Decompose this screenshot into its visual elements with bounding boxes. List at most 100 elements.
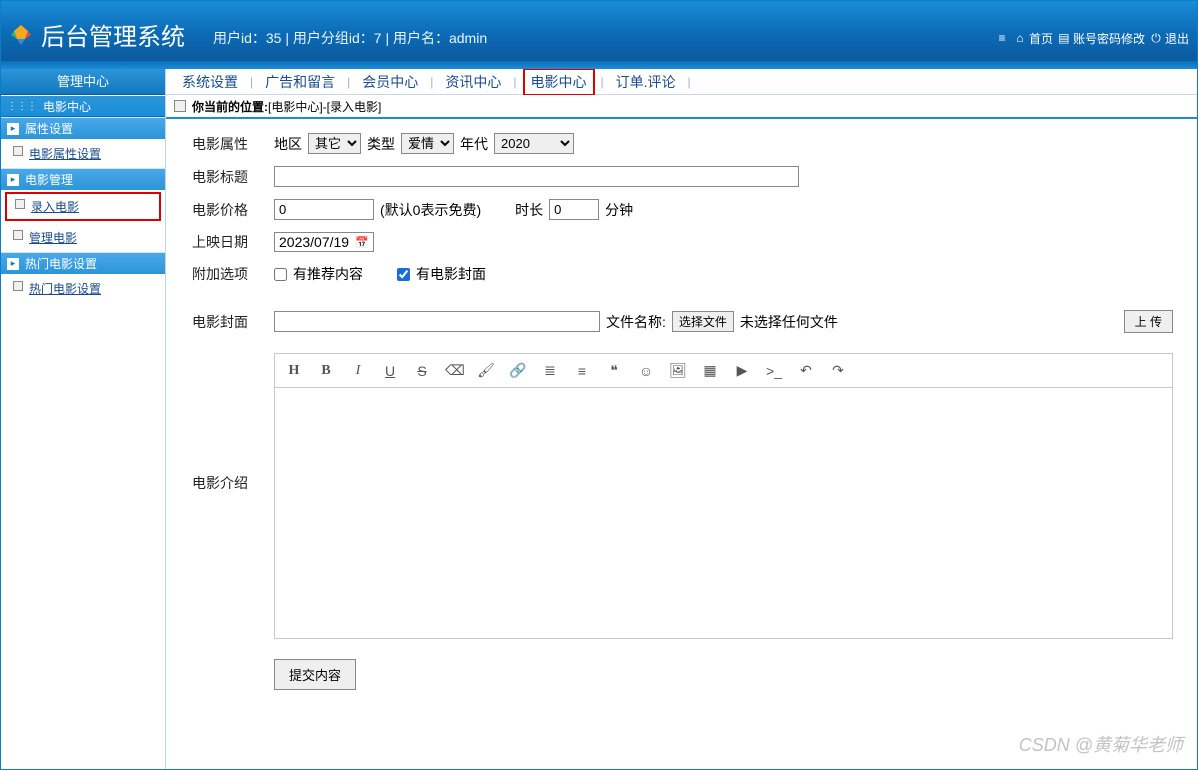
submit-button[interactable]: 提交内容 <box>274 659 356 690</box>
label-duration: 时长 <box>515 200 543 220</box>
rich-editor: H B I U S ⌫ 🖌 🔗 ≣ ≡ ❝ ☺ 🖼 <box>274 353 1173 639</box>
tb-brush-icon[interactable]: 🖌 <box>477 362 495 379</box>
editor-body[interactable] <box>275 388 1172 638</box>
tb-eraser-icon[interactable]: ⌫ <box>445 362 463 379</box>
tb-heading-icon[interactable]: H <box>285 363 303 379</box>
sidebar-group-label: 属性设置 <box>25 120 73 137</box>
sep: | <box>601 75 604 89</box>
label-extra: 附加选项 <box>166 264 274 284</box>
sidebar-item-add-movie[interactable]: 录入电影 <box>5 192 161 221</box>
nav-system[interactable]: 系统设置 <box>176 70 244 94</box>
logout-label: 退出 <box>1165 30 1189 47</box>
tb-italic-icon[interactable]: I <box>349 363 367 379</box>
calendar-icon: 📅 <box>355 236 369 249</box>
tb-strike-icon[interactable]: S <box>413 363 431 379</box>
nav-members[interactable]: 会员中心 <box>356 70 424 94</box>
sidebar-group-label: 热门电影设置 <box>25 255 97 272</box>
tb-image-icon[interactable]: 🖼 <box>669 362 687 379</box>
sidebar-item-attr-settings[interactable]: 电影属性设置 <box>1 139 165 168</box>
label-price: 电影价格 <box>166 200 274 220</box>
label-date: 上映日期 <box>166 232 274 252</box>
tb-emoji-icon[interactable]: ☺ <box>637 363 655 379</box>
input-date-wrap[interactable]: 2023/07/19 📅 <box>274 232 374 252</box>
label-region: 地区 <box>274 134 302 154</box>
tb-underline-icon[interactable]: U <box>381 363 399 379</box>
tb-list-icon[interactable]: ≣ <box>541 362 559 379</box>
sep: | <box>430 75 433 89</box>
sidebar-link[interactable]: 电影属性设置 <box>29 147 101 161</box>
sep: | <box>347 75 350 89</box>
label-recommend: 有推荐内容 <box>293 264 363 284</box>
label-has-cover: 有电影封面 <box>416 264 486 284</box>
sidebar-link[interactable]: 录入电影 <box>31 200 79 214</box>
sidebar-section-movie[interactable]: ⋮⋮⋮ 电影中心 <box>1 95 165 117</box>
menu-toggle-icon[interactable]: ≡ <box>995 31 1009 45</box>
sidebar-item-hot-settings[interactable]: 热门电影设置 <box>1 274 165 303</box>
page-icon <box>13 230 23 240</box>
sep: | <box>250 75 253 89</box>
editor-toolbar: H B I U S ⌫ 🖌 🔗 ≣ ≡ ❝ ☺ 🖼 <box>275 354 1172 388</box>
grid-icon: ⋮⋮⋮ <box>7 101 37 112</box>
label-year: 年代 <box>460 134 488 154</box>
logo-icon <box>9 23 33 47</box>
input-title[interactable] <box>274 166 799 187</box>
checkbox-cover[interactable] <box>397 268 410 281</box>
sidebar: 管理中心 ⋮⋮⋮ 电影中心 ▸属性设置 电影属性设置 ▸电影管理 录入电影 管理… <box>1 69 166 769</box>
price-hint: (默认0表示免费) <box>380 200 481 220</box>
home-link[interactable]: ⌂首页 <box>1013 30 1053 47</box>
upload-button[interactable]: 上 传 <box>1124 310 1173 333</box>
sidebar-title: 管理中心 <box>1 69 165 95</box>
breadcrumb-path: [电影中心]-[录入电影] <box>268 98 381 115</box>
breadcrumb: 你当前的位置: [电影中心]-[录入电影] <box>166 95 1197 119</box>
tb-bold-icon[interactable]: B <box>317 363 335 379</box>
select-type[interactable]: 爱情 <box>401 133 454 154</box>
page-icon <box>13 146 23 156</box>
input-price[interactable] <box>274 199 374 220</box>
file-name-label: 文件名称: <box>606 312 666 332</box>
input-cover[interactable] <box>274 311 600 332</box>
select-year[interactable]: 2020 <box>494 133 574 154</box>
sidebar-section-label: 电影中心 <box>43 98 91 115</box>
sidebar-item-manage-movie[interactable]: 管理电影 <box>1 223 165 252</box>
sep: | <box>688 75 691 89</box>
input-duration[interactable] <box>549 199 599 220</box>
tb-redo-icon[interactable]: ↷ <box>829 362 847 379</box>
sidebar-group-hot[interactable]: ▸ 热门电影设置 <box>1 252 165 274</box>
select-region[interactable]: 其它 <box>308 133 361 154</box>
tb-quote-icon[interactable]: ❝ <box>605 362 623 379</box>
tb-code-icon[interactable]: >_ <box>765 363 783 379</box>
date-value: 2023/07/19 <box>279 234 349 250</box>
label-movie-attr: 电影属性 <box>166 134 274 154</box>
sep: | <box>513 75 516 89</box>
nav-ads[interactable]: 广告和留言 <box>259 70 341 94</box>
sidebar-group-movie-mgmt[interactable]: ▸ 电影管理 <box>1 168 165 190</box>
page-icon <box>13 281 23 291</box>
top-nav: 系统设置 | 广告和留言 | 会员中心 | 资讯中心 | 电影中心 | 订单.评论 | <box>166 69 1197 95</box>
nav-news[interactable]: 资讯中心 <box>439 70 507 94</box>
sidebar-group-attr[interactable]: ▸属性设置 <box>1 117 165 139</box>
sidebar-group-label: 电影管理 <box>25 171 73 188</box>
tb-table-icon[interactable]: ▦ <box>701 362 719 379</box>
tb-video-icon[interactable]: ▶ <box>733 362 751 379</box>
tb-undo-icon[interactable]: ↶ <box>797 362 815 379</box>
password-link[interactable]: ▤账号密码修改 <box>1057 30 1145 47</box>
nav-movies[interactable]: 电影中心 <box>523 69 595 96</box>
folder-icon: ▸ <box>7 258 19 270</box>
logout-link[interactable]: ⏻退出 <box>1149 30 1189 47</box>
no-file-text: 未选择任何文件 <box>740 312 838 332</box>
page-icon <box>15 199 25 209</box>
user-info: 用户id：35 | 用户分组id：7 | 用户名：admin <box>213 28 487 48</box>
tb-align-icon[interactable]: ≡ <box>573 363 591 379</box>
sidebar-link[interactable]: 热门电影设置 <box>29 282 101 296</box>
label-cover: 电影封面 <box>166 312 274 332</box>
checkbox-recommend[interactable] <box>274 268 287 281</box>
choose-file-button[interactable]: 选择文件 <box>672 311 734 332</box>
label-intro: 电影介绍 <box>166 353 274 493</box>
system-title: 后台管理系统 <box>41 17 185 52</box>
nav-orders[interactable]: 订单.评论 <box>610 70 682 94</box>
breadcrumb-label: 你当前的位置: <box>192 98 268 115</box>
sidebar-link[interactable]: 管理电影 <box>29 231 77 245</box>
tb-link-icon[interactable]: 🔗 <box>509 362 527 379</box>
duration-unit: 分钟 <box>605 200 633 220</box>
folder-icon: ▸ <box>7 174 19 186</box>
